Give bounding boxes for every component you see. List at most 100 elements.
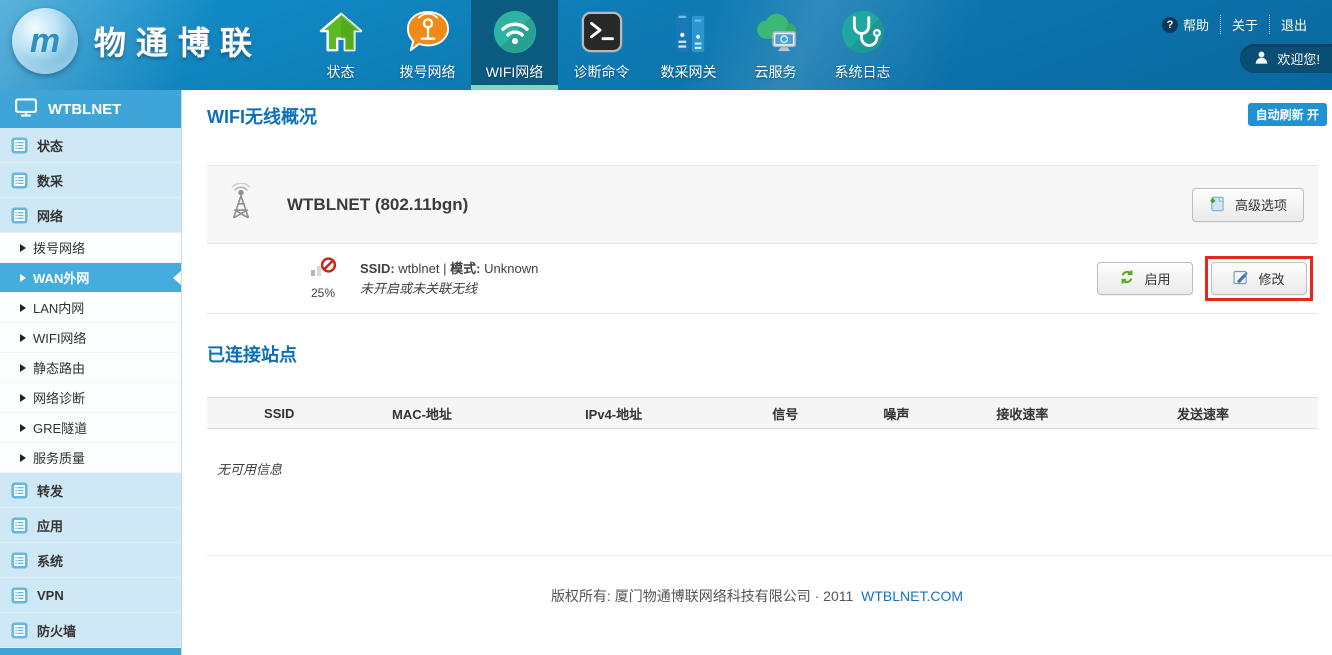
nav-item-diagnostic-command[interactable]: 诊断命令 (558, 0, 645, 90)
list-icon (11, 482, 28, 499)
column-header-ipv4: IPv4-地址 (493, 404, 735, 423)
antenna-tower-icon (223, 183, 259, 226)
advanced-options-button[interactable]: 高级选项 (1192, 188, 1304, 222)
sidebar-item-qos[interactable]: 服务质量 (0, 443, 181, 473)
logout-link[interactable]: 退出 (1269, 15, 1318, 34)
signal-strength-block: 25% (301, 257, 345, 300)
dialup-network-icon (384, 6, 471, 58)
connected-stations-table: SSID MAC-地址 IPv4-地址 信号 噪声 接收速率 发送速率 (207, 397, 1318, 429)
sidebar-item-lan[interactable]: LAN内网 (0, 293, 181, 323)
nav-item-wifi-network[interactable]: WIFI网络 (471, 0, 558, 90)
caret-right-icon (20, 454, 26, 462)
sidebar-title-label: WTBLNET (48, 101, 121, 118)
brand-logo: m 物通博联 (12, 8, 262, 74)
list-icon (11, 137, 28, 154)
nav-item-status[interactable]: 状态 (297, 0, 384, 90)
column-header-rx-rate: 接收速率 (957, 404, 1088, 423)
modify-highlight-box: 修改 (1205, 256, 1313, 301)
footer-divider (207, 555, 1332, 556)
about-link[interactable]: 关于 (1220, 15, 1269, 34)
wifi-status-text: 未开启或未关联无线 (360, 279, 538, 299)
terminal-icon (558, 6, 645, 58)
sidebar-item-firewall[interactable]: 防火墙 (0, 613, 181, 648)
sidebar-item-label: WAN外网 (33, 268, 89, 287)
sidebar-item-label: 网络诊断 (33, 388, 85, 407)
help-label: 帮助 (1183, 15, 1209, 34)
nav-item-data-gateway[interactable]: 数采网关 (645, 0, 732, 90)
nav-item-dialup-network[interactable]: 拨号网络 (384, 0, 471, 90)
user-welcome-pill[interactable]: 欢迎您! (1240, 44, 1332, 73)
sidebar-item-static-route[interactable]: 静态路由 (0, 353, 181, 383)
nav-label: 系统日志 (819, 62, 906, 82)
nav-label: 云服务 (732, 62, 819, 82)
sidebar-item-vpn[interactable]: VPN (0, 578, 181, 613)
sidebar-item-data-collect[interactable]: 数采 (0, 163, 181, 198)
signal-percent: 25% (301, 286, 345, 300)
welcome-label: 欢迎您! (1277, 49, 1320, 68)
nav-label: 数采网关 (645, 62, 732, 82)
nav-item-system-log[interactable]: 系统日志 (819, 0, 906, 90)
cloud-service-icon (732, 6, 819, 58)
sidebar-item-label: 数采 (37, 171, 63, 190)
auto-refresh-toggle[interactable]: 自动刷新 开 (1248, 103, 1327, 126)
ssid-label: SSID: (360, 261, 395, 276)
page-title: WIFI无线概况 (207, 103, 317, 129)
sidebar-item-label: GRE隧道 (33, 418, 87, 437)
list-icon (11, 552, 28, 569)
footer-link[interactable]: WTBLNET.COM (861, 588, 963, 604)
logo-sphere-icon: m (12, 8, 78, 74)
sidebar-item-label: 系统 (37, 551, 63, 570)
sidebar-item-label: WIFI网络 (33, 328, 86, 347)
mode-label: 模式: (450, 261, 480, 276)
sidebar-bottom-strip (0, 648, 181, 655)
mode-value: Unknown (484, 261, 538, 276)
wifi-overview-card: WTBLNET (802.11bgn) 高级选项 25% (207, 165, 1318, 314)
list-icon (11, 207, 28, 224)
nav-label: WIFI网络 (471, 62, 558, 82)
list-icon (11, 172, 28, 189)
sidebar-item-forwarding[interactable]: 转发 (0, 473, 181, 508)
sidebar: WTBLNET 状态 数采 网络 拨号网络 WAN外网 (0, 90, 182, 655)
user-icon (1254, 50, 1269, 68)
sidebar-item-wan[interactable]: WAN外网 (0, 263, 181, 293)
top-header: m 物通博联 状态 拨号网络 WIFI网络 (0, 0, 1332, 90)
list-icon (11, 587, 28, 604)
modify-button[interactable]: 修改 (1211, 262, 1307, 295)
ssid-line: SSID: wtblnet | 模式: Unknown (360, 259, 538, 279)
modify-label: 修改 (1258, 269, 1284, 288)
sidebar-item-label: 静态路由 (33, 358, 85, 377)
table-header-row: SSID MAC-地址 IPv4-地址 信号 噪声 接收速率 发送速率 (207, 397, 1318, 429)
sidebar-item-status[interactable]: 状态 (0, 128, 181, 163)
sidebar-item-dialup-network[interactable]: 拨号网络 (0, 233, 181, 263)
sidebar-item-label: 拨号网络 (33, 238, 85, 257)
caret-right-icon (20, 394, 26, 402)
help-icon: ? (1162, 17, 1178, 33)
column-header-ssid: SSID (207, 406, 351, 421)
sidebar-item-gre-tunnel[interactable]: GRE隧道 (0, 413, 181, 443)
enable-button[interactable]: 启用 (1097, 262, 1193, 295)
new-document-icon (1209, 195, 1226, 215)
sidebar-item-label: 服务质量 (33, 448, 85, 467)
wifi-icon (471, 6, 558, 58)
column-header-mac: MAC-地址 (351, 404, 492, 423)
separator: | (443, 261, 446, 276)
top-navigation: 状态 拨号网络 WIFI网络 诊断命令 (297, 0, 906, 90)
copyright-text: 版权所有: 厦门物通博联网络科技有限公司 · 2011 (551, 588, 853, 604)
sidebar-item-label: VPN (37, 588, 64, 603)
sidebar-item-label: 应用 (37, 516, 63, 535)
list-icon (11, 622, 28, 639)
ssid-value: wtblnet (398, 261, 439, 276)
sidebar-device-title: WTBLNET (0, 90, 181, 128)
sidebar-item-system[interactable]: 系统 (0, 543, 181, 578)
sidebar-item-wifi[interactable]: WIFI网络 (0, 323, 181, 353)
edit-icon (1233, 269, 1249, 288)
column-header-tx-rate: 发送速率 (1088, 404, 1318, 423)
brand-name: 物通博联 (94, 18, 262, 64)
sidebar-item-network-diagnosis[interactable]: 网络诊断 (0, 383, 181, 413)
sidebar-item-network[interactable]: 网络 (0, 198, 181, 233)
help-link[interactable]: ? 帮助 (1151, 15, 1220, 34)
nav-item-cloud-service[interactable]: 云服务 (732, 0, 819, 90)
about-label: 关于 (1232, 15, 1258, 34)
nav-label: 拨号网络 (384, 62, 471, 82)
sidebar-item-application[interactable]: 应用 (0, 508, 181, 543)
